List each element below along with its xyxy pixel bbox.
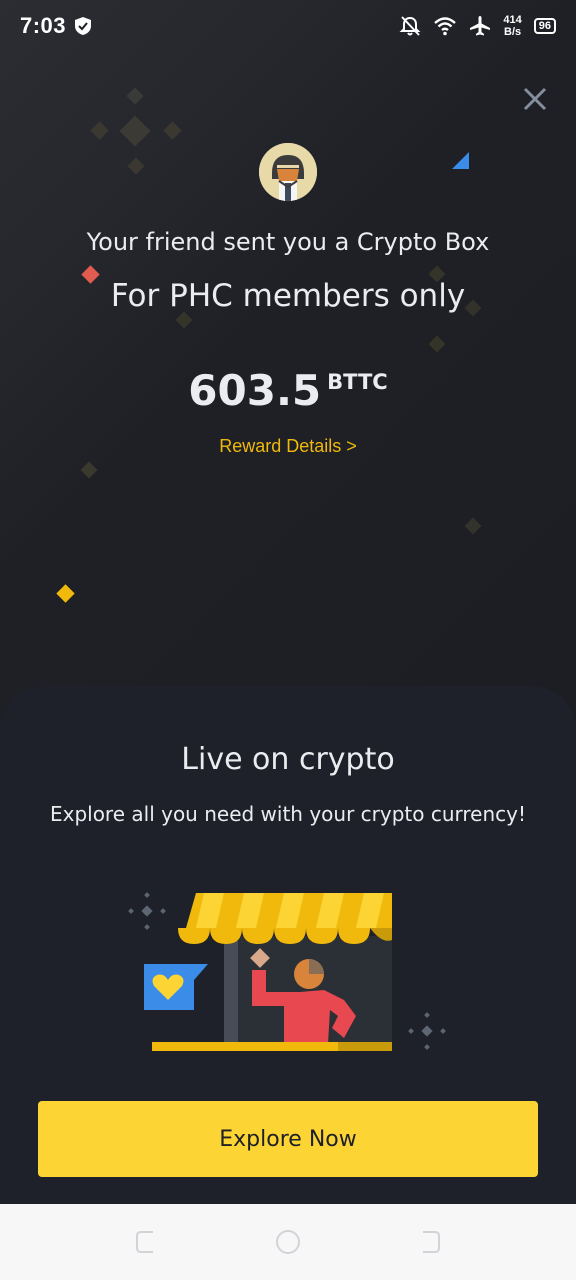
confetti-diamond [127,157,145,175]
close-button[interactable] [518,82,552,116]
shield-icon [75,17,92,35]
status-time: 7:03 [20,13,67,38]
reward-amount: 603.5 BTTC [0,366,576,415]
confetti-triangle [452,152,469,169]
confetti-diamond [464,517,482,535]
confetti-diamond [428,335,446,353]
network-speed-unit: B/s [504,26,522,38]
promo-title: Live on crypto [181,742,395,777]
confetti-diamond [175,311,193,329]
reward-details-link[interactable]: Reward Details > [0,436,576,457]
confetti-diamond [163,121,182,140]
confetti-diamond [90,121,109,140]
airplane-icon [470,16,491,36]
network-speed-value: 414 [503,14,522,26]
restriction-title: For PHC members only [110,278,466,314]
amount-currency: BTTC [327,370,388,394]
system-nav-bar [0,1204,576,1280]
avatar-figure-icon [259,143,317,201]
back-nav-icon[interactable] [131,1226,163,1258]
network-speed: 414 B/s [503,14,521,38]
mute-icon [399,16,421,36]
battery-level: 96 [538,20,551,32]
explore-now-button[interactable]: Explore Now [38,1101,538,1177]
battery-icon: 96 [533,18,556,34]
crypto-shop-illustration [128,892,446,1051]
close-icon [523,87,547,111]
friend-message: Your friend sent you a Crypto Box [86,228,490,256]
status-bar: 7:03 414 B/s 96 [0,0,576,52]
confetti-diamond [56,584,75,603]
crypto-box-header [0,0,576,720]
recents-nav-icon[interactable] [413,1226,445,1258]
confetti-diamond [80,461,98,479]
confetti-diamond [119,115,151,147]
confetti-diamond [126,87,144,105]
wifi-icon [434,17,457,36]
sender-avatar [259,143,317,201]
promo-subtitle: Explore all you need with your crypto cu… [49,802,527,826]
home-nav-icon[interactable] [272,1226,304,1258]
amount-value: 603.5 [188,366,322,415]
